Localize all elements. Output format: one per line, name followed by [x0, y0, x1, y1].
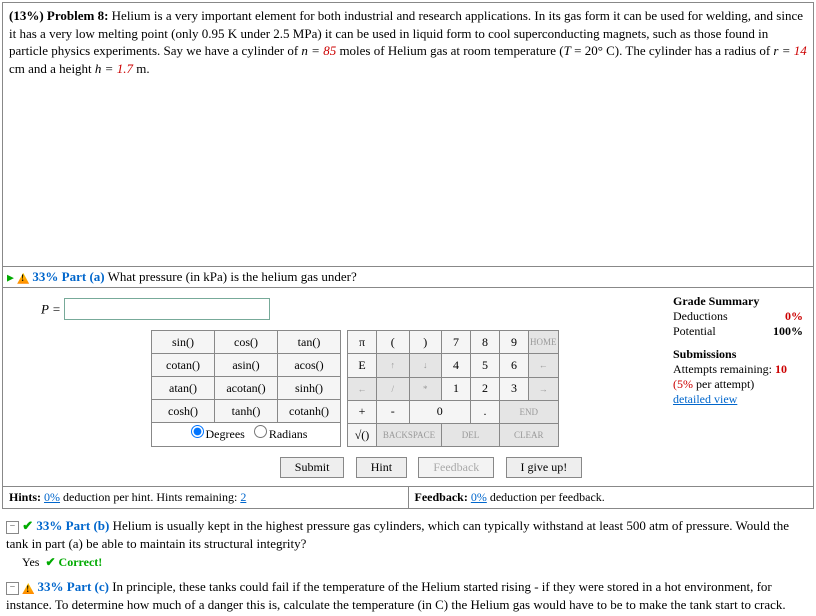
hints-feedback-row: Hints: 0% deduction per hint. Hints rema…	[3, 486, 813, 508]
key-minus[interactable]: -	[377, 400, 410, 423]
angle-mode: Degrees Radians	[151, 423, 341, 447]
detailed-view-link[interactable]: detailed view	[673, 392, 737, 406]
hints-pct-link[interactable]: 0%	[44, 490, 60, 504]
fn-cotanh[interactable]: cotanh()	[278, 400, 341, 423]
fn-cosh[interactable]: cosh()	[152, 400, 215, 423]
warning-icon	[22, 583, 34, 594]
collapse-icon[interactable]: −	[6, 582, 19, 595]
answer-input[interactable]	[64, 298, 270, 320]
key-up[interactable]: ↑	[377, 354, 410, 377]
fn-tanh[interactable]: tanh()	[215, 400, 278, 423]
key-div[interactable]: /	[377, 377, 410, 400]
keypad: sin()cos()tan() cotan()asin()acos() atan…	[151, 330, 711, 447]
key-e[interactable]: E	[348, 354, 377, 377]
fn-sinh[interactable]: sinh()	[278, 377, 341, 400]
fn-atan[interactable]: atan()	[152, 377, 215, 400]
key-4[interactable]: 4	[442, 354, 471, 377]
key-del[interactable]: DEL	[442, 423, 500, 446]
problem-label: (13%) Problem 8:	[9, 8, 108, 23]
key-0[interactable]: 0	[409, 400, 471, 423]
check-icon: ✔	[22, 518, 33, 533]
fn-tan[interactable]: tan()	[278, 331, 341, 354]
hint-button[interactable]: Hint	[356, 457, 407, 478]
key-right[interactable]: →	[529, 377, 559, 400]
submit-button[interactable]: Submit	[280, 457, 345, 478]
radians-radio[interactable]	[254, 425, 267, 438]
fn-acotan[interactable]: acotan()	[215, 377, 278, 400]
degrees-radio[interactable]	[191, 425, 204, 438]
key-mul[interactable]: *	[409, 377, 442, 400]
key-clear[interactable]: CLEAR	[500, 423, 559, 446]
hints-remaining-link[interactable]: 2	[240, 490, 246, 504]
giveup-button[interactable]: I give up!	[506, 457, 583, 478]
number-pad: π()789HOME E↑↓456← ←/*123→ +-0.END √()BA…	[347, 330, 559, 447]
part-c: − 33% Part (c) In principle, these tanks…	[2, 578, 814, 613]
fn-acos[interactable]: acos()	[278, 354, 341, 377]
key-end[interactable]: END	[500, 400, 559, 423]
key-dot[interactable]: .	[471, 400, 500, 423]
key-6[interactable]: 6	[500, 354, 529, 377]
key-home[interactable]: HOME	[529, 331, 559, 354]
feedback-pct-link[interactable]: 0%	[471, 490, 487, 504]
fn-cos[interactable]: cos()	[215, 331, 278, 354]
feedback-button: Feedback	[418, 457, 494, 478]
grade-summary: Grade Summary Deductions0% Potential100%…	[673, 294, 803, 407]
part-a-header: ▶ 33% Part (a) What pressure (in kPa) is…	[3, 267, 813, 288]
fn-sin[interactable]: sin()	[152, 331, 215, 354]
part-a: ▶ 33% Part (a) What pressure (in kPa) is…	[2, 266, 814, 509]
key-left[interactable]: ←	[529, 354, 559, 377]
expand-icon[interactable]: ▶	[7, 273, 14, 283]
key-5[interactable]: 5	[471, 354, 500, 377]
function-pad: sin()cos()tan() cotan()asin()acos() atan…	[151, 330, 341, 423]
key-plus[interactable]: +	[348, 400, 377, 423]
key-lpar[interactable]: (	[377, 331, 410, 354]
key-1[interactable]: 1	[442, 377, 471, 400]
fn-cotan[interactable]: cotan()	[152, 354, 215, 377]
warning-icon	[17, 273, 29, 284]
key-7[interactable]: 7	[442, 331, 471, 354]
key-backspace[interactable]: BACKSPACE	[377, 423, 442, 446]
key-nav-l[interactable]: ←	[348, 377, 377, 400]
part-b: − ✔ 33% Part (b) Helium is usually kept …	[2, 517, 814, 570]
key-rpar[interactable]: )	[409, 331, 442, 354]
variable-label: P =	[41, 302, 64, 317]
key-8[interactable]: 8	[471, 331, 500, 354]
key-pi[interactable]: π	[348, 331, 377, 354]
key-9[interactable]: 9	[500, 331, 529, 354]
key-3[interactable]: 3	[500, 377, 529, 400]
fn-asin[interactable]: asin()	[215, 354, 278, 377]
collapse-icon[interactable]: −	[6, 521, 19, 534]
key-down[interactable]: ↓	[409, 354, 442, 377]
key-2[interactable]: 2	[471, 377, 500, 400]
key-sqrt[interactable]: √()	[348, 423, 377, 446]
problem-statement: (13%) Problem 8: Helium is a very import…	[2, 2, 814, 267]
